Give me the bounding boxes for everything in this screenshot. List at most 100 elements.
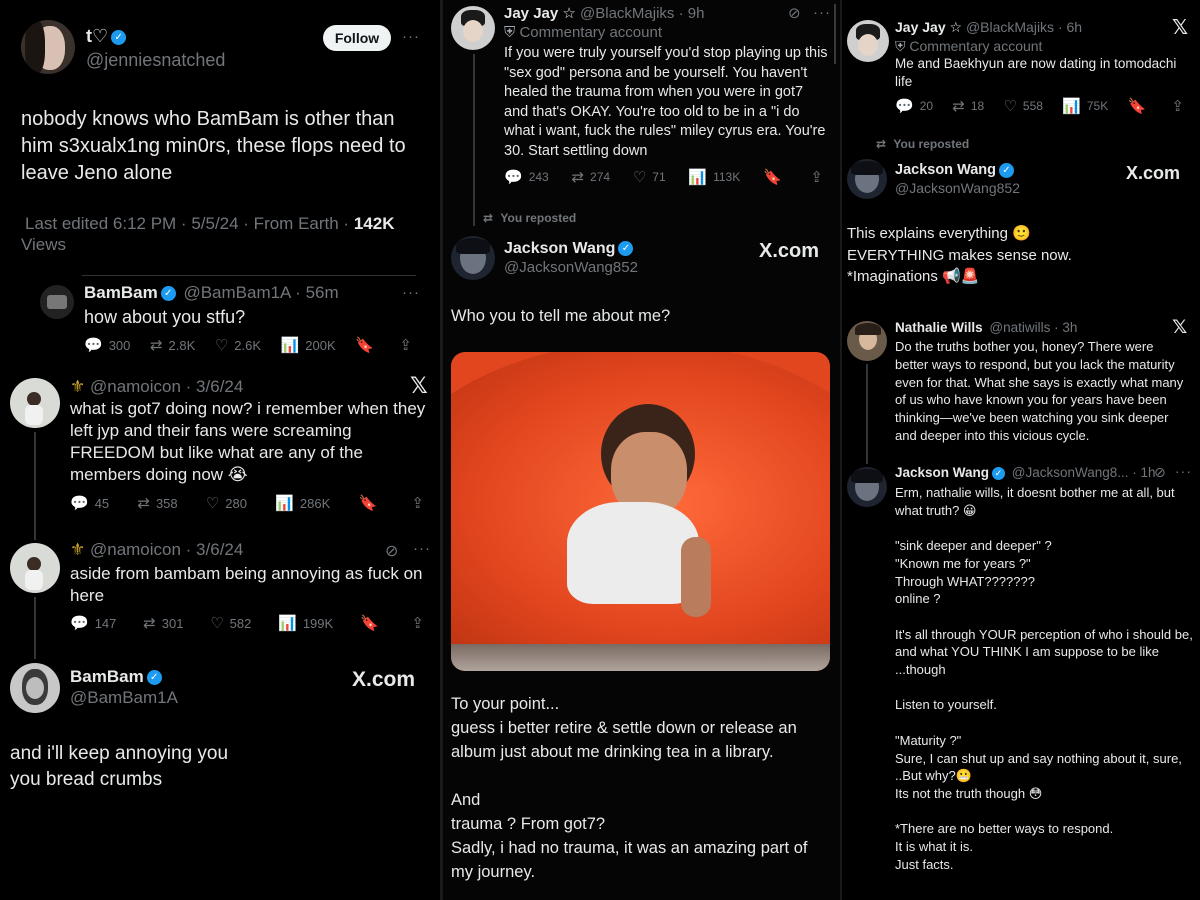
avatar[interactable] bbox=[847, 321, 887, 361]
tweet-text: how about you stfu? bbox=[84, 307, 246, 327]
avatar[interactable] bbox=[21, 20, 75, 74]
reply-count: 45 bbox=[94, 495, 110, 511]
author-handle[interactable]: @BlackMajiks · 6h bbox=[966, 19, 1082, 35]
views-count: 199K bbox=[302, 615, 334, 631]
views-button[interactable]: 📊 286K bbox=[275, 494, 330, 512]
thread-line bbox=[866, 364, 868, 464]
grok-icon[interactable]: ⊘ bbox=[1154, 464, 1166, 481]
reply-button[interactable]: 💬 243 bbox=[504, 168, 549, 186]
share-icon: ⇪ bbox=[411, 615, 424, 632]
tweet-media-gif[interactable] bbox=[451, 352, 830, 671]
retweet-count: 301 bbox=[161, 615, 184, 631]
avatar[interactable] bbox=[451, 6, 495, 50]
avatar[interactable] bbox=[10, 663, 60, 713]
retweet-button[interactable]: ⇄ 274 bbox=[571, 168, 610, 186]
avatar[interactable] bbox=[40, 285, 74, 319]
more-options-icon[interactable]: ··· bbox=[402, 284, 420, 301]
tweet-text: This explains everything 🙂 EVERYTHING ma… bbox=[847, 225, 1072, 285]
share-icon: ⇪ bbox=[411, 495, 424, 512]
follow-button[interactable]: Follow bbox=[323, 25, 391, 51]
author-name[interactable]: Jackson Wang bbox=[504, 240, 615, 257]
share-button[interactable]: ⇪ bbox=[1171, 97, 1190, 115]
bookmark-button[interactable]: 🔖 bbox=[355, 336, 380, 354]
bookmark-button[interactable]: 🔖 bbox=[1127, 97, 1152, 115]
like-button[interactable]: ♡ 582 bbox=[210, 614, 251, 632]
more-options-icon[interactable]: ··· bbox=[413, 540, 431, 557]
author-name[interactable]: Jay Jay ☆ bbox=[504, 5, 576, 22]
avatar[interactable] bbox=[847, 159, 887, 199]
author-name[interactable]: Jackson Wang bbox=[895, 465, 989, 480]
reply-icon: 💬 bbox=[84, 337, 103, 354]
more-options-icon[interactable]: ··· bbox=[402, 28, 420, 45]
author-handle[interactable]: @BamBam1A · 56m bbox=[183, 283, 338, 302]
reply-button[interactable]: 💬 147 bbox=[70, 614, 116, 632]
like-button[interactable]: ♡ 71 bbox=[633, 168, 666, 186]
author-handle[interactable]: @namoicon · 3/6/24 bbox=[90, 377, 243, 396]
avatar[interactable] bbox=[847, 467, 887, 507]
views-button[interactable]: 📊 75K bbox=[1062, 97, 1108, 115]
views-button[interactable]: 📊 199K bbox=[278, 614, 333, 632]
avatar[interactable] bbox=[10, 543, 60, 593]
like-button[interactable]: ♡ 558 bbox=[1003, 97, 1042, 115]
grok-icon[interactable]: ⊘ bbox=[385, 541, 398, 561]
author-handle[interactable]: @BamBam1A bbox=[70, 688, 178, 708]
like-icon: ♡ bbox=[214, 337, 229, 354]
bookmark-button[interactable]: 🔖 bbox=[358, 494, 383, 512]
like-button[interactable]: ♡ 280 bbox=[206, 494, 247, 512]
retweet-button[interactable]: ⇄ 2.8K bbox=[150, 336, 195, 354]
reply-button[interactable]: 💬 300 bbox=[84, 336, 130, 354]
share-button[interactable]: ⇪ bbox=[810, 168, 829, 186]
tweet-text: what is got7 doing now? i remember when … bbox=[70, 399, 426, 484]
bookmark-button[interactable]: 🔖 bbox=[360, 614, 385, 632]
reply-icon: 💬 bbox=[504, 169, 523, 186]
thread-line bbox=[34, 432, 36, 540]
views-count: 286K bbox=[299, 495, 331, 511]
views-button[interactable]: 📊 200K bbox=[281, 336, 336, 354]
like-count: 280 bbox=[225, 495, 247, 511]
reply-button[interactable]: 💬 20 bbox=[895, 97, 933, 115]
author-name[interactable]: Jay Jay ☆ bbox=[895, 19, 962, 35]
retweet-button[interactable]: ⇄ 358 bbox=[137, 494, 177, 512]
scrollbar[interactable] bbox=[834, 4, 836, 64]
reply-button[interactable]: 💬 45 bbox=[70, 494, 109, 512]
reposted-label: You reposted bbox=[893, 137, 970, 151]
child-body bbox=[567, 502, 699, 604]
tweet-actions: 💬 45 ⇄ 358 ♡ 280 📊 286K 🔖 ⇪ bbox=[70, 494, 430, 512]
avatar[interactable] bbox=[10, 378, 60, 428]
like-icon: ♡ bbox=[205, 495, 220, 512]
author-handle[interactable]: @JacksonWang8... · 1h bbox=[1012, 465, 1156, 480]
author-handle[interactable]: @natiwills · 3h bbox=[989, 320, 1077, 335]
retweet-button[interactable]: ⇄ 18 bbox=[952, 97, 984, 115]
more-options-icon[interactable]: ··· bbox=[1175, 463, 1192, 479]
views-button[interactable]: 📊 113K bbox=[688, 168, 740, 186]
share-button[interactable]: ⇪ bbox=[399, 336, 418, 354]
like-count: 582 bbox=[229, 615, 252, 631]
author-name[interactable]: BamBam bbox=[70, 667, 144, 686]
like-button[interactable]: ♡ 2.6K bbox=[215, 336, 261, 354]
retweet-button[interactable]: ⇄ 301 bbox=[143, 614, 183, 632]
avatar[interactable] bbox=[451, 236, 495, 280]
bookmark-button[interactable]: 🔖 bbox=[763, 168, 788, 186]
author-handle[interactable]: @JacksonWang852 bbox=[504, 259, 638, 276]
author-handle[interactable]: @namoicon · 3/6/24 bbox=[90, 540, 243, 559]
reply-count: 20 bbox=[919, 99, 934, 113]
views-label: Views bbox=[21, 235, 67, 254]
author-name[interactable]: Nathalie Wills bbox=[895, 320, 983, 335]
author-handle[interactable]: @BlackMajiks · 9h bbox=[580, 5, 704, 22]
author-handle[interactable]: @jenniesnatched bbox=[86, 50, 225, 71]
author-name[interactable]: Jackson Wang bbox=[895, 162, 996, 178]
author-name[interactable]: BamBam bbox=[84, 283, 158, 302]
grok-icon[interactable]: ⊘ bbox=[788, 4, 801, 22]
more-options-icon[interactable]: ··· bbox=[813, 4, 831, 21]
author-handle[interactable]: @JacksonWang852 bbox=[895, 180, 1020, 196]
author-name[interactable]: t♡ bbox=[86, 26, 108, 46]
fleur-de-lis-icon: ⚜ bbox=[70, 540, 86, 559]
retweet-icon: ⇄ bbox=[137, 495, 150, 512]
tweet-text: To your point... guess i better retire &… bbox=[451, 695, 808, 881]
like-icon: ♡ bbox=[1003, 98, 1017, 115]
share-button[interactable]: ⇪ bbox=[411, 494, 430, 512]
verified-badge-icon: ✓ bbox=[160, 286, 176, 302]
avatar[interactable] bbox=[847, 20, 889, 62]
share-button[interactable]: ⇪ bbox=[411, 614, 430, 632]
tweet-actions: 💬 20 ⇄ 18 ♡ 558 📊 75K 🔖 ⇪ bbox=[895, 97, 1190, 115]
